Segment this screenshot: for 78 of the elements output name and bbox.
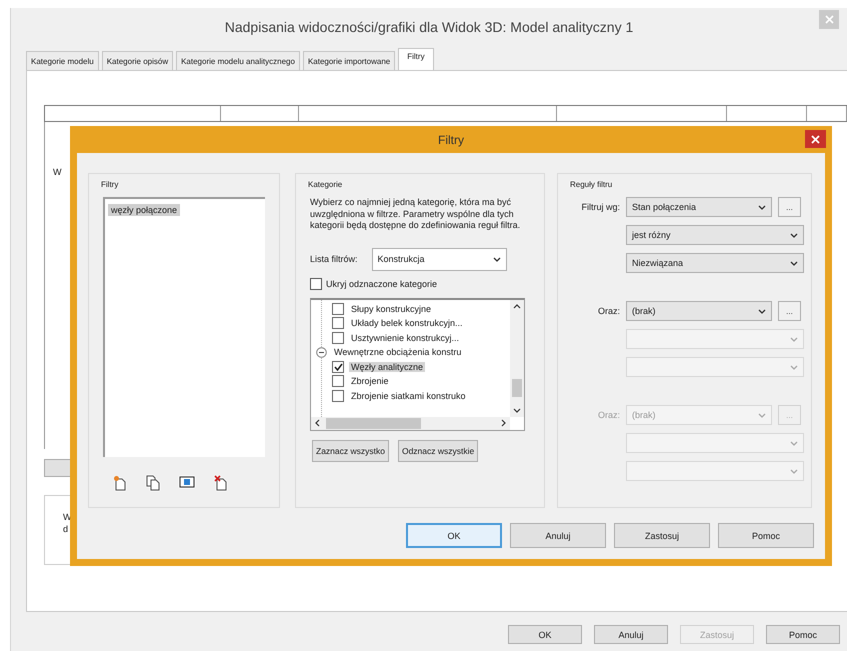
chevron-down-icon bbox=[790, 260, 798, 266]
dropdown[interactable]: Konstrukcja bbox=[372, 248, 507, 270]
instructions-text: Wybierz co najmniej jedną kategorię, która ma być uwzględniona w filtrze. Parametry wspólne dla tych kategorii będą dostępne do zdefiniowania reguł filtra. bbox=[310, 197, 522, 232]
dropdown[interactable] bbox=[626, 357, 804, 377]
scrollbar[interactable] bbox=[510, 300, 524, 416]
checkbox[interactable] bbox=[332, 390, 344, 402]
group-title: Filtry bbox=[101, 180, 120, 189]
chevron-down-icon bbox=[790, 336, 798, 342]
chevron-down-icon bbox=[790, 468, 798, 474]
tree-item[interactable]: Zbrojenie siatkami konstruko bbox=[349, 390, 468, 401]
scroll-up-icon bbox=[513, 304, 521, 308]
tab[interactable]: Kategorie importowane bbox=[302, 51, 396, 70]
close-icon bbox=[824, 15, 834, 24]
scrollbar[interactable] bbox=[311, 416, 510, 430]
browse-button[interactable]: ... bbox=[778, 197, 801, 217]
select-button[interactable]: Odznacz wszystkie bbox=[398, 440, 478, 462]
tree-item[interactable]: Węzły analityczne bbox=[349, 362, 426, 372]
dialog-button[interactable]: Zastosuj bbox=[614, 523, 710, 548]
checkbox[interactable] bbox=[332, 360, 344, 373]
check-icon bbox=[334, 362, 342, 371]
field-label: Oraz: bbox=[598, 410, 620, 420]
field-label: Lista filtrów: bbox=[310, 254, 358, 264]
copy-icon bbox=[146, 475, 160, 491]
rename-icon bbox=[179, 475, 195, 489]
scrollbar-thumb[interactable] bbox=[326, 418, 421, 428]
description-text: d bbox=[63, 524, 70, 535]
tab[interactable]: Filtry bbox=[398, 48, 434, 70]
chevron-down-icon bbox=[758, 204, 766, 210]
dropdown[interactable]: jest różny bbox=[626, 225, 804, 245]
window-title: Nadpisania widoczności/grafiki dla Widok 3D: Model analityczny 1 bbox=[224, 18, 634, 34]
close-icon bbox=[811, 134, 820, 144]
dialog-button[interactable]: Pomoc bbox=[766, 625, 840, 644]
select-button[interactable]: Zaznacz wszystko bbox=[312, 440, 389, 462]
tree-item[interactable]: Zbrojenie bbox=[349, 376, 391, 386]
dialog-button[interactable]: Anuluj bbox=[510, 523, 606, 548]
dialog-title: Filtry bbox=[438, 132, 464, 146]
checkbox[interactable] bbox=[310, 278, 322, 290]
dialog-button[interactable]: Anuluj bbox=[594, 625, 668, 644]
tab[interactable]: Kategorie opisów bbox=[102, 51, 174, 70]
group-title: Reguły filtru bbox=[570, 180, 614, 189]
chevron-down-icon bbox=[492, 256, 501, 262]
tree-item[interactable]: Wewnętrzne obciążenia konstru bbox=[332, 347, 464, 358]
scroll-down-icon bbox=[513, 408, 521, 412]
chevron-down-icon bbox=[790, 440, 798, 446]
button[interactable] bbox=[44, 459, 71, 477]
chevron-down-icon bbox=[790, 232, 798, 238]
table-cell: W bbox=[53, 167, 62, 177]
group-title: Kategorie bbox=[308, 180, 344, 189]
chevron-down-icon bbox=[758, 308, 766, 314]
tab[interactable]: Kategorie modelu analitycznego bbox=[176, 51, 300, 70]
dropdown[interactable] bbox=[626, 329, 804, 349]
tab[interactable]: Kategorie modelu bbox=[26, 51, 99, 70]
scrollbar-thumb[interactable] bbox=[512, 379, 522, 397]
dialog-button[interactable]: Pomoc bbox=[718, 523, 814, 548]
dropdown[interactable]: Niezwiązana bbox=[626, 253, 804, 273]
dialog-button[interactable]: OK bbox=[406, 523, 502, 548]
dropdown[interactable]: Stan połączenia bbox=[626, 197, 772, 217]
checkbox[interactable] bbox=[332, 375, 344, 388]
close-button[interactable] bbox=[805, 130, 826, 148]
list-item[interactable]: węzły połączone bbox=[108, 204, 180, 216]
checkbox-label: Ukryj odznaczone kategorie bbox=[326, 278, 438, 288]
tree-item[interactable]: Usztywnienie konstrukcyj... bbox=[349, 332, 462, 343]
dialog-button[interactable]: OK bbox=[508, 625, 582, 644]
tree-item[interactable]: Słupy konstrukcyjne bbox=[349, 304, 434, 314]
delete-icon bbox=[214, 475, 228, 491]
browse-button[interactable]: ... bbox=[778, 301, 801, 321]
field-label: Filtruj wg: bbox=[581, 202, 620, 212]
chevron-down-icon bbox=[758, 412, 766, 418]
scroll-left-icon bbox=[315, 419, 320, 427]
chevron-down-icon bbox=[790, 364, 798, 370]
checkbox[interactable] bbox=[332, 302, 344, 315]
checkbox[interactable] bbox=[332, 317, 344, 330]
scroll-right-icon bbox=[501, 419, 506, 427]
dropdown[interactable]: (brak) bbox=[626, 301, 772, 321]
checkbox[interactable] bbox=[332, 332, 344, 344]
field-label: Oraz: bbox=[598, 306, 620, 316]
new-page-icon bbox=[113, 475, 127, 491]
tree-item[interactable]: Układy belek konstrukcyjn... bbox=[349, 318, 465, 328]
